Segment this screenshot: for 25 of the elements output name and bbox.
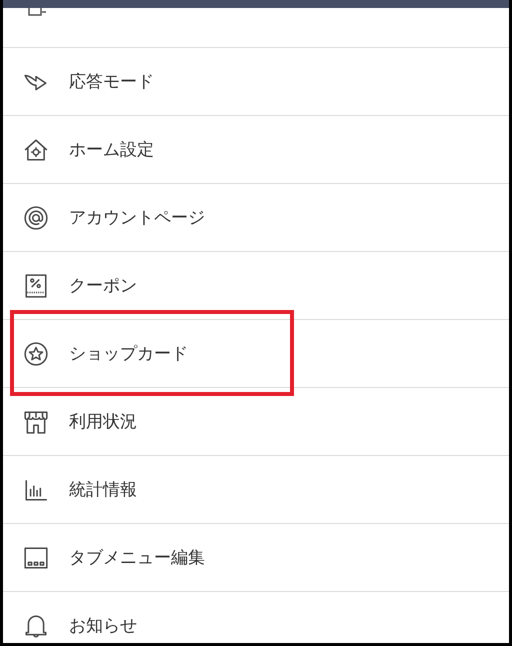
home-gear-icon bbox=[23, 136, 49, 162]
menu-item-label: 応答モード bbox=[69, 71, 154, 93]
menu-item-label: 利用状況 bbox=[69, 411, 137, 433]
menu-item-label: 統計情報 bbox=[69, 479, 137, 501]
menu-item[interactable]: 利用状況 bbox=[3, 388, 509, 456]
menu-item[interactable]: お知らせ bbox=[3, 592, 509, 643]
menu-item-label: クーポン bbox=[69, 275, 137, 297]
at-sign-icon bbox=[23, 204, 49, 230]
menu-item[interactable]: ショップカード bbox=[3, 320, 509, 388]
menu-item-label: アカウントページ bbox=[69, 207, 205, 229]
menu-item-label: タブメニュー編集 bbox=[69, 547, 205, 569]
menu-item-label: お知らせ bbox=[69, 615, 137, 637]
star-badge-icon bbox=[23, 340, 49, 366]
menu-item[interactable]: タブメニュー編集 bbox=[3, 524, 509, 592]
menu-item-label: ホーム設定 bbox=[69, 139, 154, 161]
bell-icon bbox=[23, 612, 49, 638]
menu-item-label: ショップカード bbox=[69, 343, 188, 365]
tab-menu-icon bbox=[23, 544, 49, 570]
menu-item[interactable]: 応答モード bbox=[3, 48, 509, 116]
coupon-icon bbox=[23, 272, 49, 298]
menu-item[interactable]: クーポン bbox=[3, 252, 509, 320]
menu-item[interactable]: 統計情報 bbox=[3, 456, 509, 524]
storefront-icon bbox=[23, 408, 49, 434]
menu-item[interactable]: アカウントページ bbox=[3, 184, 509, 252]
menu-item[interactable]: ホーム設定 bbox=[3, 116, 509, 184]
